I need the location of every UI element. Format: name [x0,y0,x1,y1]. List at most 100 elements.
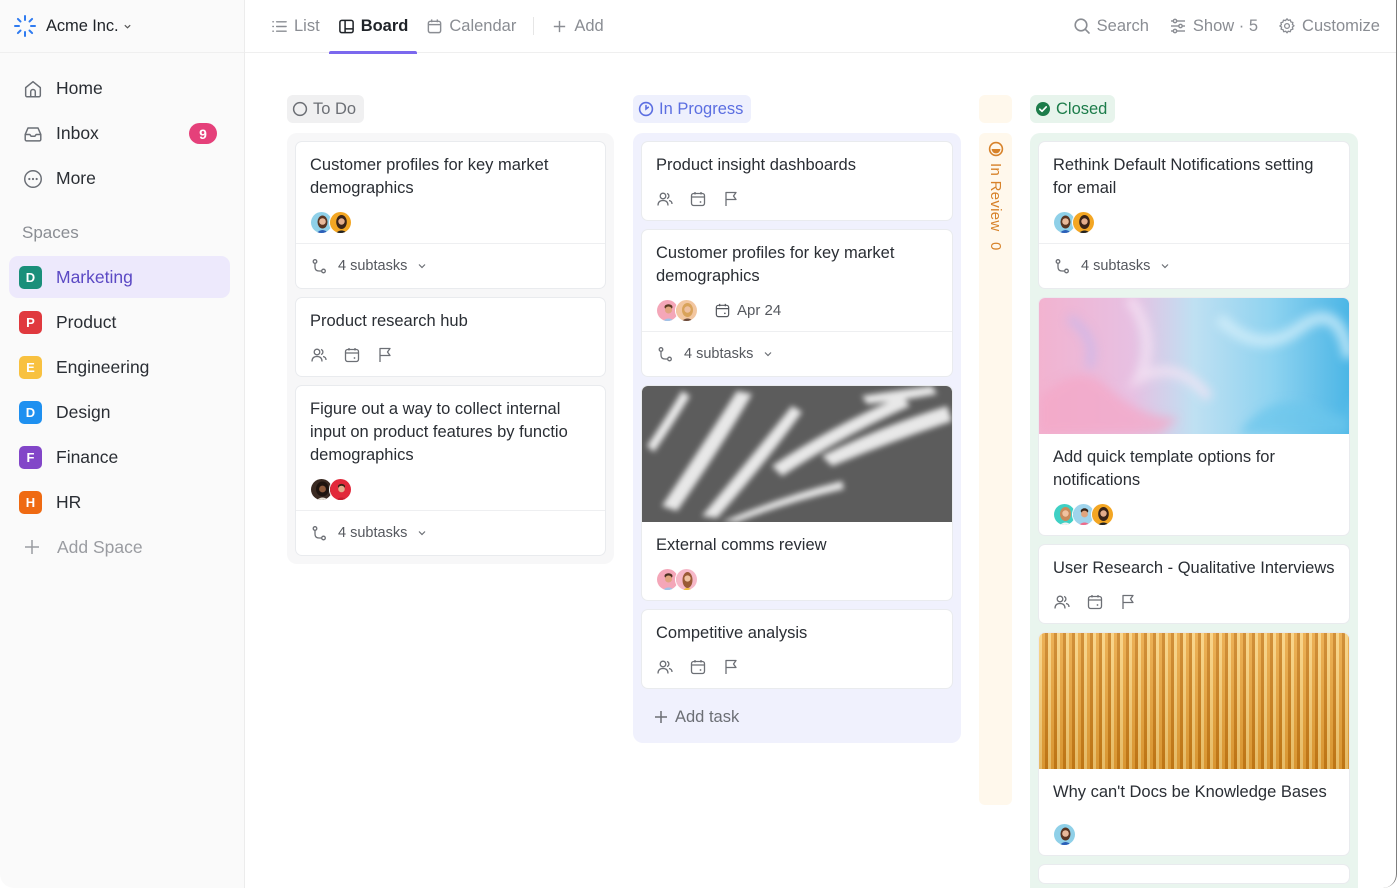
tab-calendar[interactable]: Calendar [417,0,525,53]
nav-label: More [56,168,96,188]
assignee-icon[interactable] [656,190,674,208]
plus-icon [554,20,566,32]
column-header-closed[interactable]: Closed [1030,95,1116,123]
subtasks-toggle[interactable]: 4 subtasks [296,243,605,288]
avatar[interactable] [1072,210,1095,234]
flag-icon[interactable] [376,346,394,364]
space-item-hr[interactable]: H HR [9,481,230,523]
flag-icon[interactable] [1119,593,1137,611]
search-button[interactable]: Search [1073,17,1149,36]
show-fields-button[interactable]: Show · 5 [1169,17,1258,36]
task-card[interactable]: Customer profiles for key market demogra… [295,141,606,289]
space-avatar: D [19,265,42,289]
space-label: Product [56,311,117,332]
flag-icon[interactable] [722,658,740,676]
status-in-progress-icon [638,101,654,117]
subtasks-toggle[interactable]: 4 subtasks [296,510,605,555]
avatar[interactable] [675,567,698,591]
tab-label: Calendar [449,16,517,35]
sidebar: Acme Inc. Home Inbox 9 More Spaces D Mar… [0,0,245,888]
card-cover-image [1039,633,1349,769]
avatar[interactable] [329,210,352,234]
space-item-marketing[interactable]: D Marketing [9,256,230,298]
task-card-partial[interactable] [1038,864,1350,884]
more-icon [24,169,42,188]
assignee-icon[interactable] [1053,593,1071,611]
avatar[interactable] [329,477,352,501]
tab-label: Board [360,16,409,35]
task-card[interactable]: Product research hub [295,297,606,377]
column-in-review-collapsed[interactable]: In Review 0 [979,133,1012,805]
calendar-icon[interactable] [1086,593,1104,611]
list-icon [272,20,287,32]
avatar[interactable] [1091,502,1114,526]
task-title: Why can't Docs be Knowledge Bases [1053,783,1327,801]
board-icon [338,19,354,33]
flag-icon[interactable] [722,190,740,208]
task-title: Customer profiles for key market demogra… [310,156,549,197]
task-title: Competitive analysis [656,624,808,642]
status-in-review-icon [988,141,1003,157]
assignees [656,567,698,591]
search-label: Search [1096,16,1149,35]
assignees [1053,822,1076,846]
workspace-switcher[interactable]: Acme Inc. [0,0,244,53]
subtasks-toggle[interactable]: 4 subtasks [642,331,952,376]
task-title: Add quick template options for notificat… [1053,448,1275,489]
customize-button[interactable]: Customize [1278,17,1380,36]
add-task-button[interactable]: Add task [641,697,953,737]
assignee-icon[interactable] [310,346,328,364]
space-item-product[interactable]: P Product [9,301,230,343]
space-item-finance[interactable]: F Finance [9,436,230,478]
tab-list[interactable]: List [262,0,329,53]
due-date-text: Apr 24 [737,301,782,319]
column-header-in-progress[interactable]: In Progress [633,95,752,123]
add-view-label: Add [574,16,604,35]
avatar[interactable] [675,298,698,322]
space-label: HR [56,491,82,512]
task-card[interactable]: External comms review [641,385,953,601]
column-todo: Customer profiles for key market demogra… [287,133,614,564]
calendar-icon[interactable] [689,658,707,676]
subtasks-count: 4 subtasks [338,525,408,541]
subtasks-toggle[interactable]: 4 subtasks [1039,243,1349,288]
space-item-design[interactable]: D Design [9,391,230,433]
app-window: Acme Inc. Home Inbox 9 More Spaces D Mar… [0,0,1397,888]
workspace-logo-icon [14,15,36,37]
column-header-in-review[interactable] [979,95,1012,123]
task-card[interactable]: Competitive analysis [641,609,953,689]
avatar[interactable] [1053,822,1076,846]
assignee-icon[interactable] [656,658,674,676]
workspace-name: Acme Inc. [46,16,119,35]
subtasks-icon [312,525,326,540]
task-card[interactable]: Rethink Default Notifications setting fo… [1038,141,1350,289]
card-cover-image [642,386,952,522]
column-header-todo[interactable]: To Do [287,95,365,123]
task-card[interactable]: Product insight dashboards [641,141,953,221]
add-view-button[interactable]: Add [542,0,612,53]
nav-label: Inbox [56,123,99,143]
nav-item-home[interactable]: Home [0,66,244,111]
task-title: Product research hub [310,312,468,330]
task-title: Rethink Default Notifications setting fo… [1053,156,1314,197]
tab-board[interactable]: Board [328,0,418,54]
calendar-icon[interactable] [689,190,707,208]
add-space-label: Add Space [57,536,143,557]
column-title: Closed [1056,99,1108,118]
space-item-engineering[interactable]: E Engineering [9,346,230,388]
gear-icon [1279,18,1295,34]
task-card[interactable]: Add quick template options for notificat… [1038,297,1350,536]
calendar-icon[interactable] [343,346,361,364]
due-date[interactable]: Apr 24 [714,302,781,319]
main-nav: Home Inbox 9 More [0,53,244,201]
task-card[interactable]: Why can't Docs be Knowledge Bases [1038,632,1350,856]
task-card[interactable]: Figure out a way to collect internal inp… [295,385,606,556]
space-avatar: H [19,490,42,514]
task-card[interactable]: User Research - Qualitative Interviews [1038,544,1350,624]
add-space-button[interactable]: Add Space [0,526,244,568]
nav-item-inbox[interactable]: Inbox 9 [0,111,244,156]
toolbar-actions: Search Show · 5 Customize [1053,17,1380,36]
nav-item-more[interactable]: More [0,156,244,201]
task-card[interactable]: Customer profiles for key market demogra… [641,229,953,377]
assignees [1053,502,1114,526]
